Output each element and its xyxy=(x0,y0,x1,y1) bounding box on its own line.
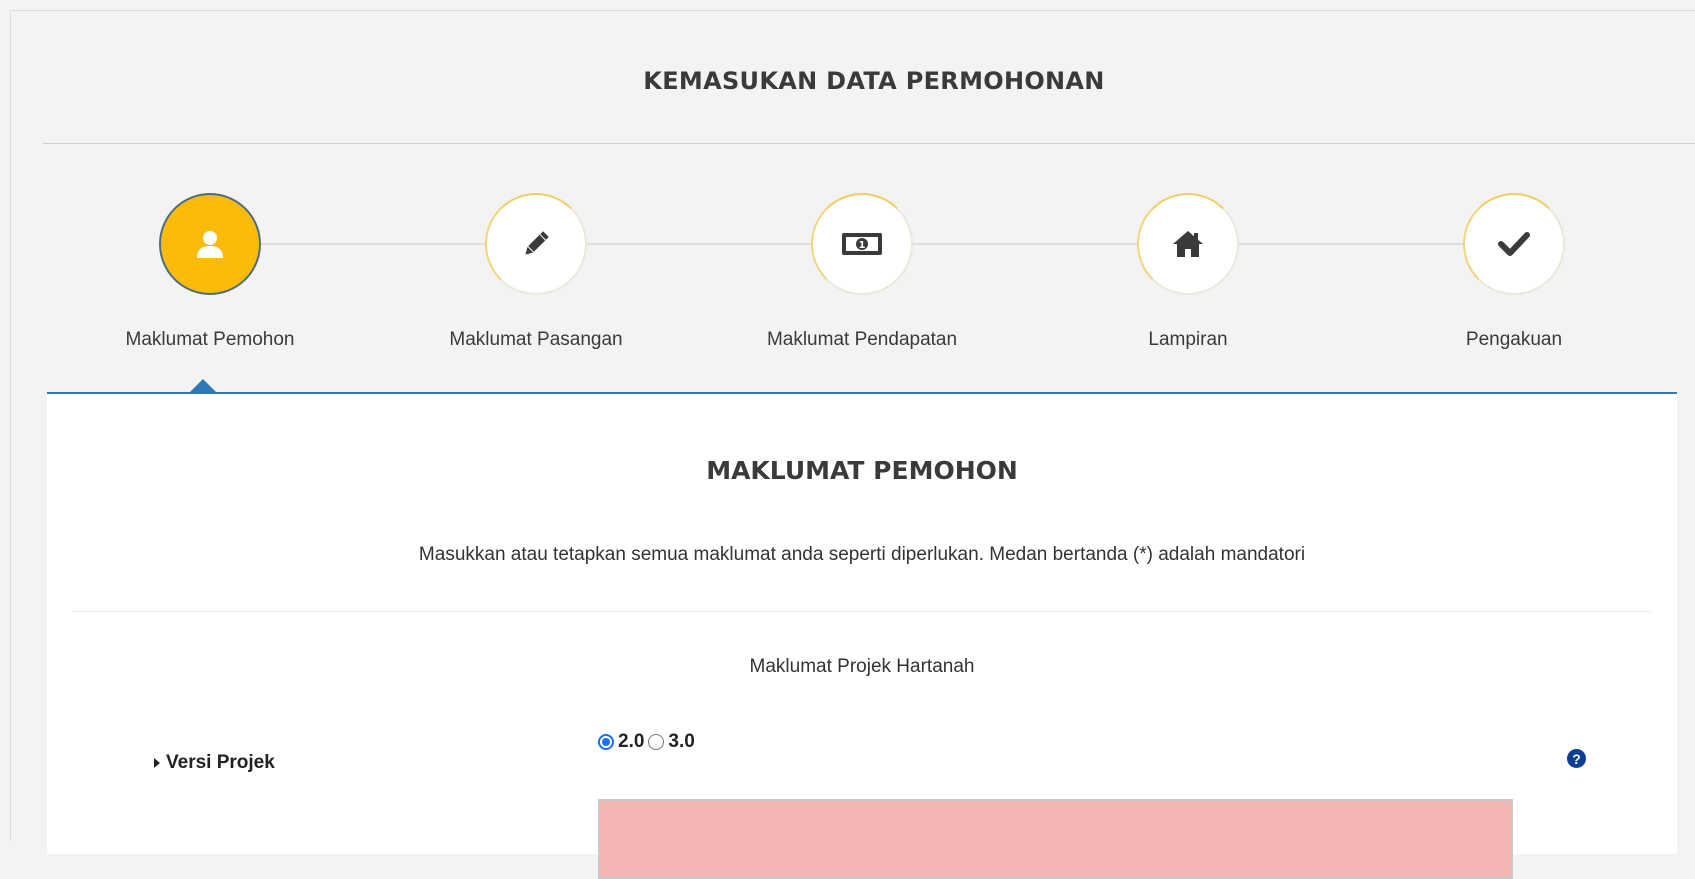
step-circle[interactable] xyxy=(159,193,261,295)
step-label: Pengakuan xyxy=(1465,329,1563,350)
radio-label: 3.0 xyxy=(668,731,695,752)
section-divider xyxy=(73,611,1651,612)
active-step-pointer xyxy=(189,379,217,393)
versi-option-3-0[interactable]: 3.0 xyxy=(648,731,695,753)
step-label: Maklumat Pasangan xyxy=(449,329,623,350)
versi-projek-label: Versi Projek xyxy=(154,752,275,774)
caret-right-icon xyxy=(154,758,160,768)
validation-error-box xyxy=(598,799,1513,879)
section-title: MAKLUMAT PEMOHON xyxy=(706,456,1018,485)
title-divider xyxy=(43,143,1695,144)
step-circle[interactable] xyxy=(485,193,587,295)
step-circle[interactable] xyxy=(1463,193,1565,295)
versi-option-2-0[interactable]: 2.0 xyxy=(598,731,644,753)
step-circle[interactable]: 1 xyxy=(811,193,913,295)
pencil-icon xyxy=(525,231,549,255)
radio-button-checked[interactable] xyxy=(598,734,614,750)
home-icon xyxy=(1173,231,1203,257)
step-circle[interactable] xyxy=(1137,193,1239,295)
radio-button[interactable] xyxy=(648,734,665,750)
svg-text:1: 1 xyxy=(859,240,866,251)
step-label: Maklumat Pendapatan xyxy=(766,329,958,350)
help-icon[interactable]: ? xyxy=(1567,749,1586,768)
step-label: Lampiran xyxy=(1148,329,1228,350)
checkmark-icon xyxy=(1498,232,1530,256)
versi-projek-radio-group: 2.0 3.0 xyxy=(598,731,699,753)
step-maklumat-pendapatan[interactable]: 1 Maklumat Pendapatan xyxy=(742,193,982,351)
radio-label: 2.0 xyxy=(618,731,645,752)
step-label: Maklumat Pemohon xyxy=(125,329,295,350)
step-lampiran[interactable]: Lampiran xyxy=(1068,193,1308,351)
versi-projek-label-text: Versi Projek xyxy=(166,752,275,773)
user-icon xyxy=(197,231,223,258)
money-icon: 1 xyxy=(842,233,882,255)
form-instructions: Masukkan atau tetapkan semua maklumat an… xyxy=(418,544,1306,565)
step-pengakuan[interactable]: Pengakuan xyxy=(1394,193,1634,351)
step-maklumat-pasangan[interactable]: Maklumat Pasangan xyxy=(416,193,656,351)
sub-heading: Maklumat Projek Hartanah xyxy=(749,656,975,677)
form-panel: MAKLUMAT PEMOHON Masukkan atau tetapkan … xyxy=(47,392,1677,879)
page-title: KEMASUKAN DATA PERMOHONAN xyxy=(643,67,1105,95)
step-maklumat-pemohon[interactable]: Maklumat Pemohon xyxy=(90,193,330,351)
